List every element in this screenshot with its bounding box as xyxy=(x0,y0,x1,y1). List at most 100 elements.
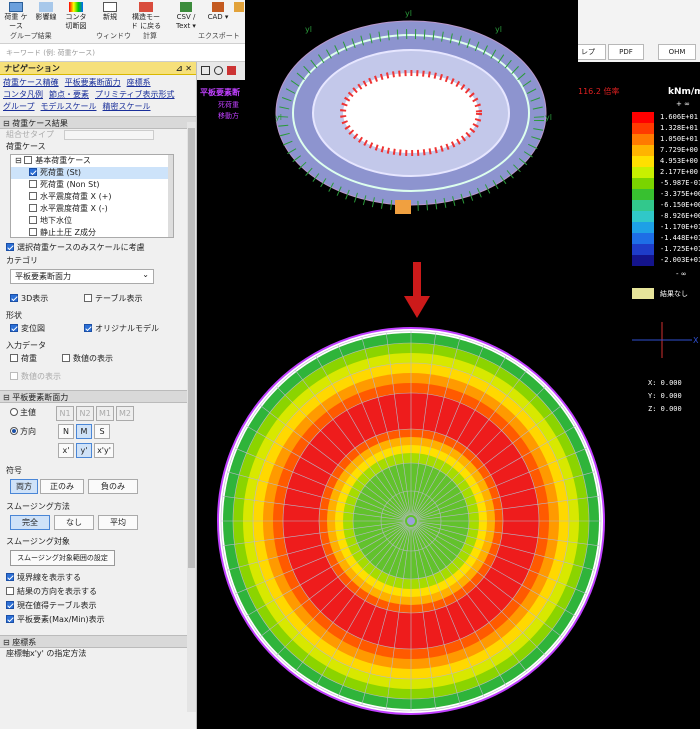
checkbox[interactable] xyxy=(29,216,37,224)
keyword-search[interactable]: キーワード (例: 荷重ケース) xyxy=(0,44,245,62)
combo-type-select[interactable] xyxy=(64,130,154,140)
smoothing-target-label: スムージング対象 xyxy=(6,537,70,546)
sign-negative-button[interactable]: 負のみ xyxy=(88,479,138,494)
tree-item[interactable]: 死荷重 (Non St) xyxy=(11,179,173,191)
nav-link[interactable]: プリミティブ表示形式 xyxy=(95,90,175,99)
result-dir-check-row[interactable]: 結果の方向を表示する xyxy=(0,585,196,599)
checkbox-checked[interactable] xyxy=(10,294,18,302)
smoothing-average-button[interactable]: 平均 xyxy=(98,515,138,530)
current-table-check-row[interactable]: 現在値得テーブル表示 xyxy=(0,599,196,613)
y-button[interactable]: y' xyxy=(76,443,92,458)
ohm-button[interactable]: OHM xyxy=(658,44,696,60)
legend-value: 1.050E+01 xyxy=(660,135,698,143)
category-select[interactable]: 平板要素断面力 xyxy=(10,268,154,284)
legend-swatch xyxy=(632,145,654,156)
csv-export-button[interactable]: CSV / Text ▾ xyxy=(172,2,200,30)
checkbox-checked[interactable] xyxy=(84,324,92,332)
nav-link[interactable]: モデルスケール xyxy=(41,102,97,111)
view-zoom-icon[interactable] xyxy=(214,66,223,75)
cad-export-button[interactable]: CAD ▾ xyxy=(204,2,232,28)
checkbox-checked[interactable] xyxy=(10,324,18,332)
nav-links: 荷重ケース精確 平板要素断面力 座標系 コンタ凡例 節点・要素 プリミティブ表示形式 グ… xyxy=(0,75,196,115)
boundary-check-row[interactable]: 境界線を表示する xyxy=(0,571,196,585)
nav-link[interactable]: 荷重ケース精確 xyxy=(3,78,59,87)
tree-item[interactable]: ⊟ 基本荷重ケース xyxy=(11,155,173,167)
s-button[interactable]: S xyxy=(94,424,110,439)
sign-positive-button[interactable]: 正のみ xyxy=(40,479,84,494)
smoothing-none-button[interactable]: なし xyxy=(54,515,94,530)
nav-link[interactable]: 平板要素断面力 xyxy=(65,78,121,87)
no-result-swatch xyxy=(632,288,654,299)
nav-link[interactable]: 精密スケール xyxy=(103,102,151,111)
smoothing-target-button[interactable]: スムージング対象範囲の設定 xyxy=(10,550,115,566)
load-case-button[interactable]: 荷重 ケース xyxy=(2,2,30,30)
x-button[interactable]: x' xyxy=(58,443,74,458)
ribbon: 荷重 ケース 影響線 コンタ 切断図 新規 構造モード に戻る CSV / Te… xyxy=(0,0,245,44)
load-case-icon xyxy=(9,2,23,12)
checkbox[interactable] xyxy=(29,228,37,236)
view-fit-icon[interactable] xyxy=(201,66,210,75)
tree-item[interactable]: 地下水位 xyxy=(11,215,173,227)
sign-both-button[interactable]: 両方 xyxy=(10,479,38,494)
legend-row: -1.725E+01 xyxy=(632,244,700,255)
section-load-case[interactable]: ⊟ 荷重ケース結果 xyxy=(0,116,196,129)
tree-label: 静止土圧 Z成分 xyxy=(40,228,97,237)
nav-link[interactable]: コンタ凡例 xyxy=(3,90,43,99)
smoothing-full-button[interactable]: 完全 xyxy=(10,515,50,530)
checkbox[interactable] xyxy=(24,156,33,164)
maxmin-check-row[interactable]: 平板要素(Max/Min)表示 xyxy=(0,613,196,627)
checkbox-checked[interactable] xyxy=(6,573,14,581)
checkbox[interactable] xyxy=(29,204,37,212)
nav-link[interactable]: 座標系 xyxy=(127,78,151,87)
checkbox[interactable] xyxy=(29,192,37,200)
tree-item[interactable]: 静止土圧 Z成分 xyxy=(11,227,173,237)
checkbox[interactable] xyxy=(62,354,70,362)
view-3d-icon[interactable] xyxy=(227,66,236,75)
show-3d-label: 3D表示 xyxy=(21,294,49,303)
checkbox-checked[interactable] xyxy=(6,243,14,251)
coord-method-label: 座標軸x'y' の指定方法 xyxy=(6,649,87,658)
checkbox[interactable] xyxy=(10,354,18,362)
nav-scrollbar[interactable] xyxy=(187,122,196,712)
checkbox-checked[interactable] xyxy=(29,168,37,176)
checkbox[interactable] xyxy=(29,180,37,188)
influence-line-button[interactable]: 影響線 xyxy=(32,2,60,28)
contour-cut-button[interactable]: コンタ 切断図 xyxy=(62,2,90,30)
nav-link[interactable]: 節点・要素 xyxy=(49,90,89,99)
scale-checkbox-row[interactable]: 選択荷重ケースのみスケールに考慮 xyxy=(0,241,196,255)
checkbox-checked[interactable] xyxy=(6,601,14,609)
tree-scrollbar[interactable] xyxy=(168,155,173,237)
checkbox[interactable] xyxy=(6,587,14,595)
export-icon xyxy=(234,2,244,12)
nav-scroll-thumb[interactable] xyxy=(188,128,195,568)
smoothing-buttons: 完全 なし 平均 xyxy=(0,513,196,533)
smoothing-label: スムージング方法 xyxy=(6,502,70,511)
legend-value: -8.926E+00 xyxy=(660,212,700,220)
pin-close-icon[interactable]: ⊿ ✕ xyxy=(176,62,192,75)
radio[interactable] xyxy=(10,408,18,416)
tree-item[interactable]: 水平震度荷重 X (-) xyxy=(11,203,173,215)
center-node xyxy=(407,517,415,525)
ribbon-right: レプ PDF OHM xyxy=(570,0,700,62)
section-coord[interactable]: ⊟ 座標系 xyxy=(0,635,196,648)
radio-selected[interactable] xyxy=(10,427,18,435)
principal-radio-row[interactable]: 主値 xyxy=(0,406,36,420)
xy-button[interactable]: x'y' xyxy=(94,443,114,458)
new-window-button[interactable]: 新規 xyxy=(96,2,124,28)
nav-link[interactable]: グループ xyxy=(3,102,35,111)
n-button[interactable]: N xyxy=(58,424,74,439)
pdf-button[interactable]: PDF xyxy=(608,44,644,60)
more-export-button[interactable] xyxy=(232,2,246,28)
section-plate-force[interactable]: ⊟ 平板要素断面力 xyxy=(0,390,196,403)
legend-swatch xyxy=(632,222,654,233)
tree-item[interactable]: 水平震度荷重 X (+) xyxy=(11,191,173,203)
checkbox-checked[interactable] xyxy=(6,615,14,623)
input-data-label: 入力データ xyxy=(6,341,46,350)
structure-mode-button[interactable]: 構造モード に戻る xyxy=(130,2,162,30)
tree-item-selected[interactable]: 死荷重 (St) xyxy=(11,167,173,179)
combo-type-label: 組合せタイプ xyxy=(6,130,54,139)
checkbox[interactable] xyxy=(84,294,92,302)
direction-radio-row[interactable]: 方向 xyxy=(0,425,36,439)
m-button[interactable]: M xyxy=(76,424,92,439)
nav-title: ナビゲーション ⊿ ✕ xyxy=(0,62,196,75)
